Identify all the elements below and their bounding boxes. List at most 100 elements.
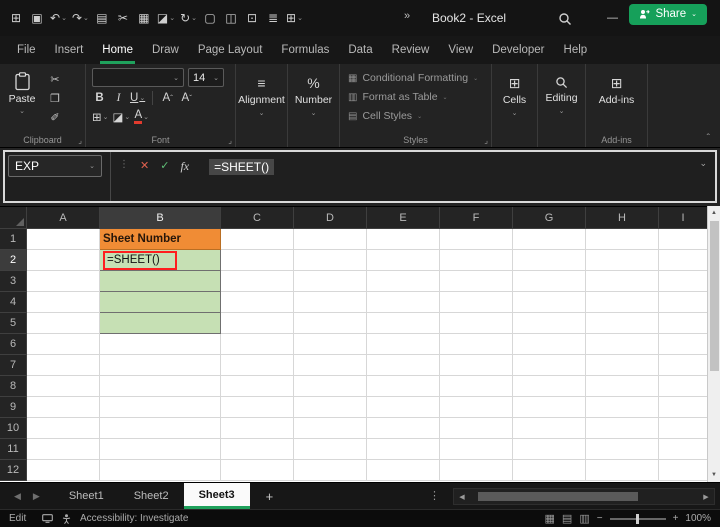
scroll-left-icon[interactable]: ◀ — [454, 493, 470, 501]
insert-function-button[interactable]: fx — [180, 159, 189, 174]
cell-B10[interactable] — [100, 418, 221, 439]
cell-H7[interactable] — [586, 355, 659, 376]
cell-H2[interactable] — [586, 250, 659, 271]
cell-H8[interactable] — [586, 376, 659, 397]
cell-B6[interactable] — [100, 334, 221, 355]
cell-E9[interactable] — [367, 397, 440, 418]
horizontal-scrollbar[interactable]: ◀ ▶ — [453, 488, 715, 505]
cell-I9[interactable] — [659, 397, 707, 418]
cell-C9[interactable] — [221, 397, 294, 418]
refresh-icon[interactable]: ↻ ⌄ — [178, 6, 199, 30]
tab-data[interactable]: Data — [345, 36, 375, 64]
italic-button[interactable]: I — [111, 90, 126, 106]
row-header-9[interactable]: 9 — [0, 397, 27, 418]
enter-button[interactable]: ✓ — [160, 159, 169, 172]
row-header-10[interactable]: 10 — [0, 418, 27, 439]
scroll-right-icon[interactable]: ▶ — [698, 493, 714, 501]
cell-D6[interactable] — [294, 334, 367, 355]
column-header-B[interactable]: B — [100, 207, 221, 229]
cell-D10[interactable] — [294, 418, 367, 439]
cell-A1[interactable] — [27, 229, 100, 250]
cell-D1[interactable] — [294, 229, 367, 250]
cell-A5[interactable] — [27, 313, 100, 334]
scroll-up-icon[interactable]: ▲ — [708, 206, 720, 220]
horizontal-scroll-thumb[interactable] — [478, 492, 638, 501]
column-header-C[interactable]: C — [221, 207, 294, 229]
cell-G9[interactable] — [513, 397, 586, 418]
font-dialog-launcher-icon[interactable]: ⌟ — [228, 136, 232, 145]
cell-I10[interactable] — [659, 418, 707, 439]
cell-H9[interactable] — [586, 397, 659, 418]
page-layout-view-icon[interactable]: ▤ — [562, 512, 572, 525]
redo-icon[interactable]: ↷ ⌄ — [70, 6, 91, 30]
font-name-combobox[interactable]: ⌄ — [92, 68, 184, 87]
cell-I7[interactable] — [659, 355, 707, 376]
column-header-D[interactable]: D — [294, 207, 367, 229]
row-header-12[interactable]: 12 — [0, 460, 27, 481]
display-settings-icon[interactable] — [42, 514, 53, 523]
cell-E1[interactable] — [367, 229, 440, 250]
row-header-11[interactable]: 11 — [0, 439, 27, 460]
sheet-tab-sheet1[interactable]: Sheet1 — [54, 483, 119, 509]
cell-A6[interactable] — [27, 334, 100, 355]
cell-B7[interactable] — [100, 355, 221, 376]
cell-G11[interactable] — [513, 439, 586, 460]
cell-C6[interactable] — [221, 334, 294, 355]
cell-G7[interactable] — [513, 355, 586, 376]
cell-B5[interactable] — [100, 313, 221, 334]
tab-page-layout[interactable]: Page Layout — [195, 36, 266, 64]
tab-help[interactable]: Help — [561, 36, 591, 64]
cell-C3[interactable] — [221, 271, 294, 292]
cell-H12[interactable] — [586, 460, 659, 481]
cell-B9[interactable] — [100, 397, 221, 418]
accessibility-status[interactable]: Accessibility: Investigate — [80, 513, 188, 524]
cell-A12[interactable] — [27, 460, 100, 481]
cell-C10[interactable] — [221, 418, 294, 439]
zoom-slider[interactable] — [609, 513, 666, 524]
tab-review[interactable]: Review — [389, 36, 433, 64]
row-header-5[interactable]: 5 — [0, 313, 27, 334]
cell-F2[interactable] — [440, 250, 513, 271]
column-header-A[interactable]: A — [27, 207, 100, 229]
sheet-options-icon[interactable]: ⋮ — [429, 489, 440, 502]
cell-H11[interactable] — [586, 439, 659, 460]
bookshelf-icon[interactable]: ≣ — [263, 6, 283, 30]
cell-I4[interactable] — [659, 292, 707, 313]
row-header-7[interactable]: 7 — [0, 355, 27, 376]
select-all-button[interactable] — [0, 207, 27, 229]
cell-A9[interactable] — [27, 397, 100, 418]
next-sheet-icon[interactable]: ▶ — [33, 491, 40, 502]
table-icon[interactable]: ⊞ ⌄ — [284, 6, 305, 30]
cell-F1[interactable] — [440, 229, 513, 250]
cell-E4[interactable] — [367, 292, 440, 313]
borders-button[interactable]: ⊞ ⌄ — [92, 109, 109, 125]
column-header-I[interactable]: I — [659, 207, 707, 229]
zoom-slider-thumb[interactable] — [635, 513, 639, 524]
cut-button[interactable]: ✂ — [44, 71, 66, 88]
tab-formulas[interactable]: Formulas — [278, 36, 332, 64]
cell-F4[interactable] — [440, 292, 513, 313]
cell-C8[interactable] — [221, 376, 294, 397]
tab-home[interactable]: Home — [99, 36, 136, 64]
pivot-icon[interactable]: ◫ — [221, 6, 241, 30]
cell-E11[interactable] — [367, 439, 440, 460]
row-header-6[interactable]: 6 — [0, 334, 27, 355]
previous-sheet-icon[interactable]: ◀ — [14, 491, 21, 502]
decrease-font-size-button[interactable]: Aˇ — [179, 90, 194, 106]
normal-view-icon[interactable]: ▦ — [545, 512, 555, 525]
cell-D4[interactable] — [294, 292, 367, 313]
cell-D12[interactable] — [294, 460, 367, 481]
row-header-4[interactable]: 4 — [0, 292, 27, 313]
cell-C12[interactable] — [221, 460, 294, 481]
cell-A3[interactable] — [27, 271, 100, 292]
clipboard-dialog-launcher-icon[interactable]: ⌟ — [78, 136, 82, 145]
cell-B1[interactable]: Sheet Number — [100, 229, 221, 250]
increase-font-size-button[interactable]: Aˆ — [160, 90, 175, 106]
font-color-button[interactable]: A ⌄ — [134, 109, 149, 125]
cell-F5[interactable] — [440, 313, 513, 334]
sheet-tab-sheet3[interactable]: Sheet3 — [183, 483, 250, 509]
cell-D7[interactable] — [294, 355, 367, 376]
cancel-button[interactable]: ✕ — [140, 159, 149, 172]
cell-G4[interactable] — [513, 292, 586, 313]
zoom-out-button[interactable]: − — [597, 513, 603, 524]
